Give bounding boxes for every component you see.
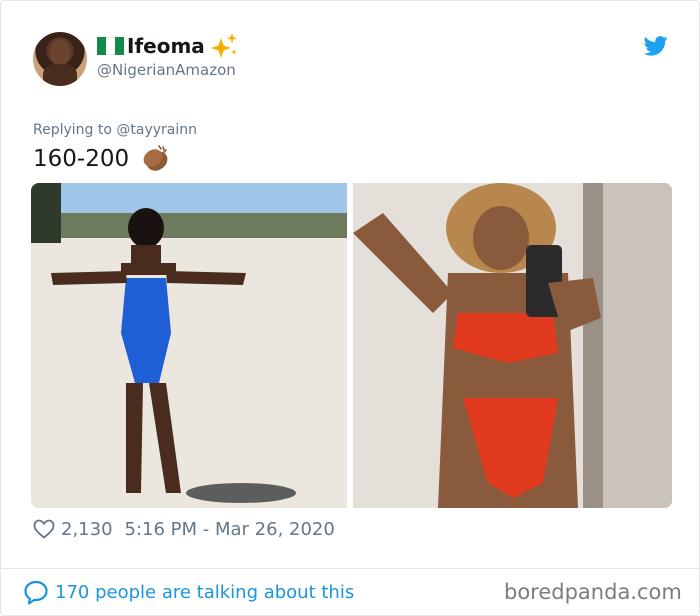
tweet-meta: 2,130 5:16 PM - Mar 26, 2020	[33, 515, 335, 543]
selfie-photo-illustration	[353, 183, 672, 508]
clapping-hands-icon	[143, 145, 168, 171]
replying-to[interactable]: Replying to @tayyrainn	[33, 122, 197, 138]
nigeria-flag-icon	[97, 37, 124, 55]
author-handle[interactable]: @NigerianAmazon	[97, 61, 236, 79]
tweet-media	[31, 183, 672, 508]
tweet-card: Ifeoma @NigerianAmazon Replying to @tayy…	[0, 0, 700, 616]
beach-photo-illustration	[31, 183, 347, 508]
watermark: boredpanda.com	[504, 580, 682, 604]
divider	[1, 568, 699, 569]
photo-right[interactable]	[353, 183, 672, 508]
speech-bubble-icon	[24, 580, 48, 605]
timestamp[interactable]: 5:16 PM - Mar 26, 2020	[125, 519, 335, 540]
twitter-bird-icon[interactable]	[644, 35, 668, 57]
display-name[interactable]: Ifeoma	[127, 34, 205, 58]
conversation-link[interactable]: 170 people are talking about this	[23, 577, 354, 607]
author-name-row[interactable]: Ifeoma	[97, 32, 239, 60]
tweet-text-row: 160-200	[33, 143, 171, 175]
heart-icon[interactable]	[33, 519, 55, 539]
photo-left[interactable]	[31, 183, 347, 508]
avatar[interactable]	[33, 32, 87, 86]
conversation-text[interactable]: 170 people are talking about this	[55, 582, 354, 603]
like-count[interactable]: 2,130	[61, 519, 113, 540]
sparkles-icon	[210, 33, 237, 58]
tweet-text: 160-200	[33, 146, 130, 172]
